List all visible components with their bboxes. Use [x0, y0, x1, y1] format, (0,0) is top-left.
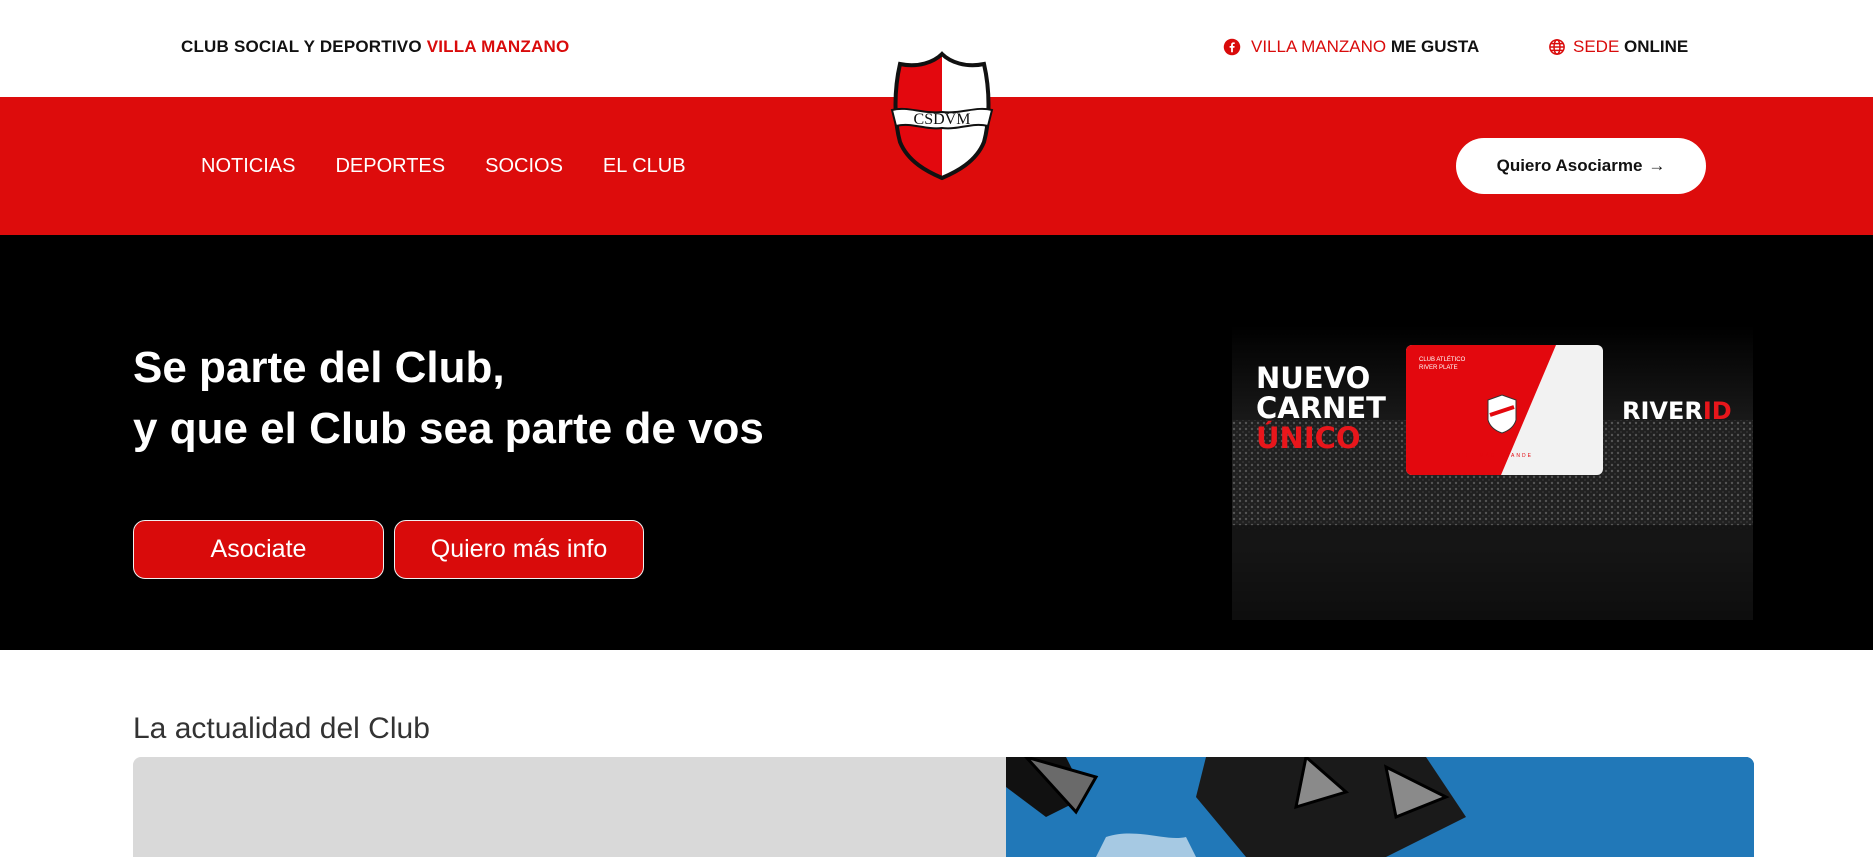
carnet-promo-banner[interactable]: NUEVO CARNET ÚNICO CLUB ATLÉTICO RIVER P… — [1232, 325, 1753, 620]
hero-section: Se parte del Club, y que el Club sea par… — [0, 235, 1873, 650]
nav-item-noticias[interactable]: NOTICIAS — [201, 155, 295, 178]
arrow-right-icon: → — [1648, 156, 1666, 175]
membership-card-image: CLUB ATLÉTICO RIVER PLATE EL MÁS GRANDE — [1406, 345, 1603, 475]
news-section-heading: La actualidad del Club — [133, 712, 430, 745]
mas-info-button[interactable]: Quiero más info — [394, 520, 644, 579]
news-card-placeholder[interactable] — [133, 757, 1006, 857]
card-footer: EL MÁS GRANDE — [1466, 453, 1533, 459]
news-image-illustration — [1006, 757, 1754, 857]
nav-menu: NOTICIAS DEPORTES SOCIOS EL CLUB — [201, 155, 686, 178]
club-logo[interactable]: CSDVM — [888, 50, 996, 182]
hero-title-line-2: y que el Club sea parte de vos — [133, 404, 764, 453]
hero-title: Se parte del Club, y que el Club sea par… — [133, 337, 764, 459]
promo-line-1: NUEVO — [1256, 361, 1371, 395]
news-card-image[interactable] — [1006, 757, 1754, 857]
river-id-red: ID — [1702, 397, 1732, 425]
promo-headline: NUEVO CARNET ÚNICO — [1256, 363, 1386, 453]
quiero-asociarme-button[interactable]: Quiero Asociarme → — [1456, 138, 1706, 194]
nav-item-deportes[interactable]: DEPORTES — [335, 155, 445, 178]
sede-link-label: ONLINE — [1619, 37, 1689, 56]
promo-line-2: CARNET — [1256, 391, 1386, 425]
card-label: CLUB ATLÉTICO RIVER PLATE — [1419, 356, 1465, 372]
club-name-highlight: VILLA MANZANO — [426, 37, 570, 56]
facebook-link-label: ME GUSTA — [1386, 37, 1480, 56]
facebook-icon — [1223, 38, 1241, 56]
card-line-1: CLUB ATLÉTICO — [1419, 357, 1466, 363]
nav-item-socios[interactable]: SOCIOS — [485, 155, 563, 178]
nav-item-el-club[interactable]: EL CLUB — [603, 155, 686, 178]
globe-icon — [1549, 39, 1565, 55]
club-name-prefix: CLUB SOCIAL Y DEPORTIVO — [181, 37, 427, 56]
facebook-link-highlight: VILLA MANZANO — [1251, 37, 1387, 56]
sede-link-highlight: SEDE — [1573, 37, 1620, 56]
sede-online-link[interactable]: SEDE ONLINE — [1548, 37, 1688, 57]
logo-text: CSDVM — [914, 111, 971, 128]
cta-label: Quiero Asociarme — [1496, 156, 1643, 175]
river-id-white: RIVER — [1622, 397, 1703, 425]
asociate-button[interactable]: Asociate — [133, 520, 384, 579]
promo-line-3: ÚNICO — [1256, 421, 1361, 455]
club-name: CLUB SOCIAL Y DEPORTIVO VILLA MANZANO — [181, 37, 569, 57]
facebook-link[interactable]: VILLA MANZANO ME GUSTA — [1223, 37, 1479, 57]
card-line-2: RIVER PLATE — [1419, 365, 1458, 371]
river-id-logo: RIVERID — [1622, 397, 1732, 425]
hero-title-line-1: Se parte del Club, — [133, 343, 505, 392]
